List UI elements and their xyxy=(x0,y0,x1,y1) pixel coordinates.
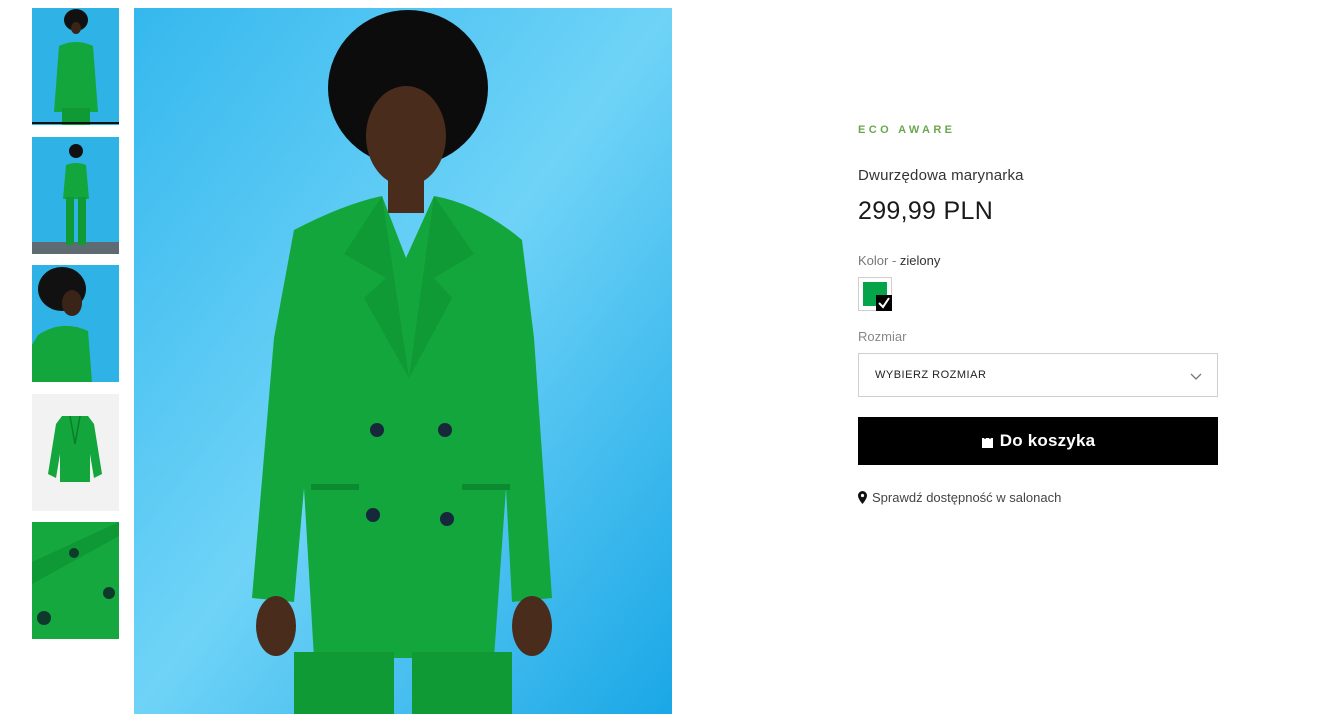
add-to-cart-button[interactable]: Do koszyka xyxy=(858,417,1218,465)
shopping-bag-icon xyxy=(981,434,993,448)
color-swatch-green[interactable] xyxy=(858,277,892,311)
checkmark-icon xyxy=(876,295,892,311)
chevron-down-icon xyxy=(1190,373,1202,380)
thumbnail-fabric-detail[interactable] xyxy=(32,522,119,639)
color-label: Kolor - zielony xyxy=(858,253,940,268)
size-select-placeholder: WYBIERZ ROZMIAR xyxy=(875,369,987,381)
size-select-dropdown[interactable]: WYBIERZ ROZMIAR xyxy=(858,353,1218,397)
add-to-cart-label: Do koszyka xyxy=(999,431,1096,450)
thumbnail-profile-image xyxy=(32,265,119,382)
thumbnail-packshot-image xyxy=(32,394,119,511)
product-price: 299,99 PLN xyxy=(858,197,994,225)
thumbnail-front-view-image xyxy=(32,8,119,125)
thumbnail-front-view[interactable] xyxy=(32,8,119,125)
thumbnail-full-body-image xyxy=(32,137,119,254)
thumbnail-full-body[interactable] xyxy=(32,137,119,254)
main-product-photo xyxy=(134,8,672,714)
thumbnail-fabric-detail-image xyxy=(32,522,119,639)
main-product-image[interactable] xyxy=(134,8,672,714)
thumbnail-packshot[interactable] xyxy=(32,394,119,511)
check-store-availability-link[interactable]: Sprawdź dostępność w salonach xyxy=(858,490,1061,505)
size-label: Rozmiar xyxy=(858,329,907,344)
eco-aware-badge: ECO AWARE xyxy=(858,124,956,136)
map-pin-icon xyxy=(858,491,867,504)
thumbnail-profile[interactable] xyxy=(32,265,119,382)
color-label-text: Kolor - xyxy=(858,253,900,268)
store-availability-label: Sprawdź dostępność w salonach xyxy=(872,490,1062,505)
active-thumbnail-indicator xyxy=(32,122,119,124)
product-name: Dwurzędowa marynarka xyxy=(858,167,1024,184)
color-value: zielony xyxy=(899,253,941,268)
